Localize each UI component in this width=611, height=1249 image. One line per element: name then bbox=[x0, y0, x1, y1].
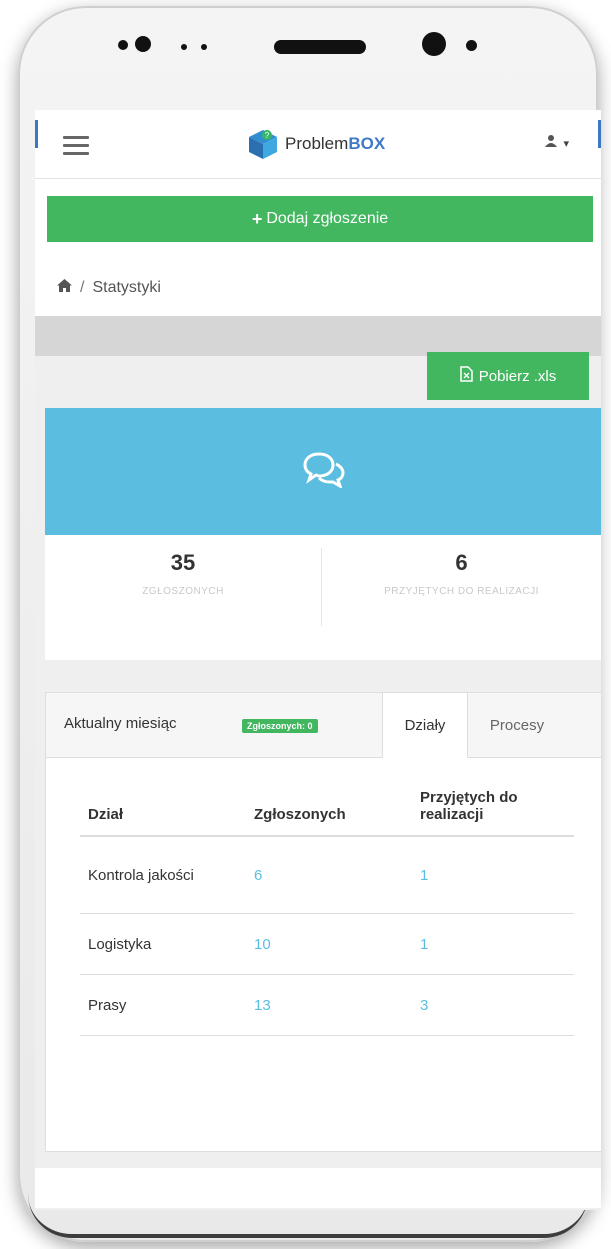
home-icon[interactable] bbox=[57, 279, 72, 297]
phone-sensor-dot bbox=[466, 40, 477, 51]
cell-reported-link[interactable]: 6 bbox=[246, 836, 412, 914]
brand-name: ProblemBOX bbox=[285, 134, 385, 154]
tab-processes[interactable]: Procesy bbox=[467, 693, 567, 757]
cell-reported-link[interactable]: 13 bbox=[246, 974, 412, 1036]
column-header-dept: Dział bbox=[80, 789, 246, 837]
hamburger-icon[interactable] bbox=[63, 136, 89, 155]
phone-sensor-dot bbox=[181, 44, 187, 50]
chevron-down-icon: ▾ bbox=[563, 138, 569, 150]
user-menu[interactable]: ▾ bbox=[544, 134, 569, 150]
table-row: Prasy 13 3 bbox=[80, 974, 574, 1036]
add-report-button[interactable]: + Dodaj zgłoszenie bbox=[47, 196, 593, 242]
section-divider-band bbox=[35, 316, 601, 356]
cell-dept: Logistyka bbox=[80, 913, 246, 975]
breadcrumb-separator: / bbox=[80, 279, 85, 296]
column-header-reported: Zgłoszonych bbox=[246, 789, 412, 837]
nav-edge-right bbox=[598, 120, 601, 148]
cell-reported-link[interactable]: 10 bbox=[246, 913, 412, 975]
phone-sensor-dot bbox=[135, 36, 151, 52]
table-row: Kontrola jakości 6 1 bbox=[80, 836, 574, 914]
user-icon bbox=[544, 135, 561, 150]
statistics-content: Pobierz .xls 35 ZGŁOSZONYCH 6 PRZYJĘTYCH… bbox=[35, 352, 601, 1210]
app-screen: ? ProblemBOX ▾ + Dodaj zgłoszenie / Stat… bbox=[35, 110, 601, 1210]
panel-header: Aktualny miesiąc Zgłoszonych: 0 Działy P… bbox=[46, 693, 601, 758]
actions-area: + Dodaj zgłoszenie / Statystyki bbox=[35, 179, 601, 316]
tab-departments[interactable]: Działy bbox=[382, 693, 468, 758]
brand-name-suffix: BOX bbox=[348, 134, 386, 153]
phone-sensor-dot bbox=[201, 44, 207, 50]
comments-icon bbox=[303, 452, 345, 488]
brand-name-prefix: Problem bbox=[285, 134, 349, 153]
reports-count-badge: Zgłoszonych: 0 bbox=[242, 719, 318, 733]
excel-file-icon bbox=[459, 366, 473, 386]
download-xls-button[interactable]: Pobierz .xls bbox=[427, 352, 589, 400]
stat-accepted-label: PRZYJĘTYCH DO REALIZACJI bbox=[384, 586, 539, 597]
tab-departments-label: Działy bbox=[404, 717, 446, 734]
department-table: Dział Zgłoszonych Przyjętych do realizac… bbox=[80, 789, 574, 1036]
cell-accepted-link[interactable]: 1 bbox=[412, 913, 574, 975]
cell-dept: Kontrola jakości bbox=[80, 836, 246, 914]
stats-header bbox=[45, 408, 601, 535]
phone-speaker bbox=[274, 40, 366, 54]
phone-camera bbox=[422, 32, 446, 56]
stat-reported-value: 35 bbox=[170, 550, 196, 575]
department-stats-panel: Aktualny miesiąc Zgłoszonych: 0 Działy P… bbox=[45, 692, 601, 1152]
nav-edge-left bbox=[35, 120, 38, 148]
stat-reported-label: ZGŁOSZONYCH bbox=[142, 586, 224, 597]
add-report-label: Dodaj zgłoszenie bbox=[266, 210, 389, 227]
panel-title: Aktualny miesiąc bbox=[64, 715, 177, 732]
stat-accepted-value: 6 bbox=[455, 550, 468, 575]
footer-panel bbox=[35, 1168, 601, 1208]
stats-summary-card: 35 ZGŁOSZONYCH 6 PRZYJĘTYCH DO REALIZACJ… bbox=[45, 408, 601, 660]
brand-logo[interactable]: ? ProblemBOX bbox=[245, 126, 385, 162]
breadcrumb: / Statystyki bbox=[57, 279, 161, 297]
cell-accepted-link[interactable]: 1 bbox=[412, 836, 574, 914]
tab-processes-label: Procesy bbox=[489, 716, 545, 734]
stat-accepted: 6 PRZYJĘTYCH DO REALIZACJI bbox=[322, 550, 601, 597]
plus-icon: + bbox=[251, 208, 263, 229]
table-header-row: Dział Zgłoszonych Przyjętych do realizac… bbox=[80, 789, 574, 837]
svg-text:?: ? bbox=[265, 131, 270, 140]
breadcrumb-current: Statystyki bbox=[92, 279, 161, 296]
cell-dept: Prasy bbox=[80, 974, 246, 1036]
stat-reported: 35 ZGŁOSZONYCH bbox=[45, 550, 321, 597]
box-logo-icon: ? bbox=[249, 130, 277, 159]
phone-sensor-dot bbox=[118, 40, 128, 50]
column-header-accepted: Przyjętych do realizacji bbox=[412, 789, 574, 837]
download-xls-label: Pobierz .xls bbox=[478, 367, 557, 385]
table-row: Logistyka 10 1 bbox=[80, 913, 574, 975]
top-navbar: ? ProblemBOX ▾ bbox=[35, 110, 601, 179]
cell-accepted-link[interactable]: 3 bbox=[412, 974, 574, 1036]
